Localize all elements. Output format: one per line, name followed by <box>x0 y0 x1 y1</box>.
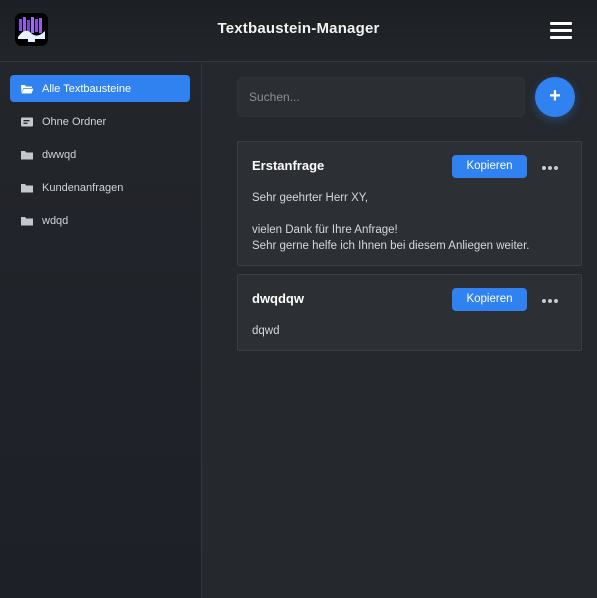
snippet-card: dwqdqw Kopieren dqwd <box>237 274 582 351</box>
snippet-body-line: vielen Dank für Ihre Anfrage! <box>252 224 398 236</box>
sidebar: Alle Textbausteine Ohne Ordner dwwqd Kun… <box>0 63 202 598</box>
no-folder-icon <box>21 117 33 126</box>
snippet-body-line: Sehr geehrter Herr XY, <box>252 192 369 204</box>
folder-open-icon <box>21 84 34 93</box>
main-content: + Erstanfrage Kopieren Sehr geehrter Her… <box>203 63 597 598</box>
folder-icon <box>21 183 33 192</box>
sidebar-item-kundenanfragen[interactable]: Kundenanfragen <box>10 174 190 201</box>
snippet-body-line: dqwd <box>252 325 280 337</box>
more-options-icon[interactable] <box>538 157 562 177</box>
app-header: Textbaustein-Manager <box>0 0 597 62</box>
more-options-icon[interactable] <box>538 290 562 310</box>
sidebar-item-label: Kundenanfragen <box>42 181 124 194</box>
copy-button[interactable]: Kopieren <box>452 155 527 178</box>
snippet-card: Erstanfrage Kopieren Sehr geehrter Herr … <box>237 141 582 266</box>
sidebar-item-wdqd[interactable]: wdqd <box>10 207 190 234</box>
folder-icon <box>21 150 33 159</box>
sidebar-item-label: wdqd <box>42 214 69 227</box>
sidebar-item-dwwqd[interactable]: dwwqd <box>10 141 190 168</box>
sidebar-item-ohne-ordner[interactable]: Ohne Ordner <box>10 108 190 135</box>
folder-icon <box>21 216 33 225</box>
sidebar-item-alle-textbausteine[interactable]: Alle Textbausteine <box>10 75 190 102</box>
search-input[interactable] <box>237 77 525 117</box>
sidebar-item-label: dwwqd <box>42 148 77 161</box>
add-snippet-button[interactable]: + <box>535 77 575 117</box>
snippet-body-line: Sehr gerne helfe ich Ihnen bei diesem An… <box>252 240 530 252</box>
snippet-title: dwqdqw <box>252 291 304 306</box>
app-title: Textbaustein-Manager <box>217 20 380 37</box>
hamburger-menu-icon[interactable] <box>545 18 577 44</box>
snippet-title: Erstanfrage <box>252 158 325 173</box>
copy-button[interactable]: Kopieren <box>452 288 527 311</box>
sidebar-item-label: Ohne Ordner <box>42 115 107 128</box>
sidebar-item-label: Alle Textbausteine <box>42 82 132 95</box>
